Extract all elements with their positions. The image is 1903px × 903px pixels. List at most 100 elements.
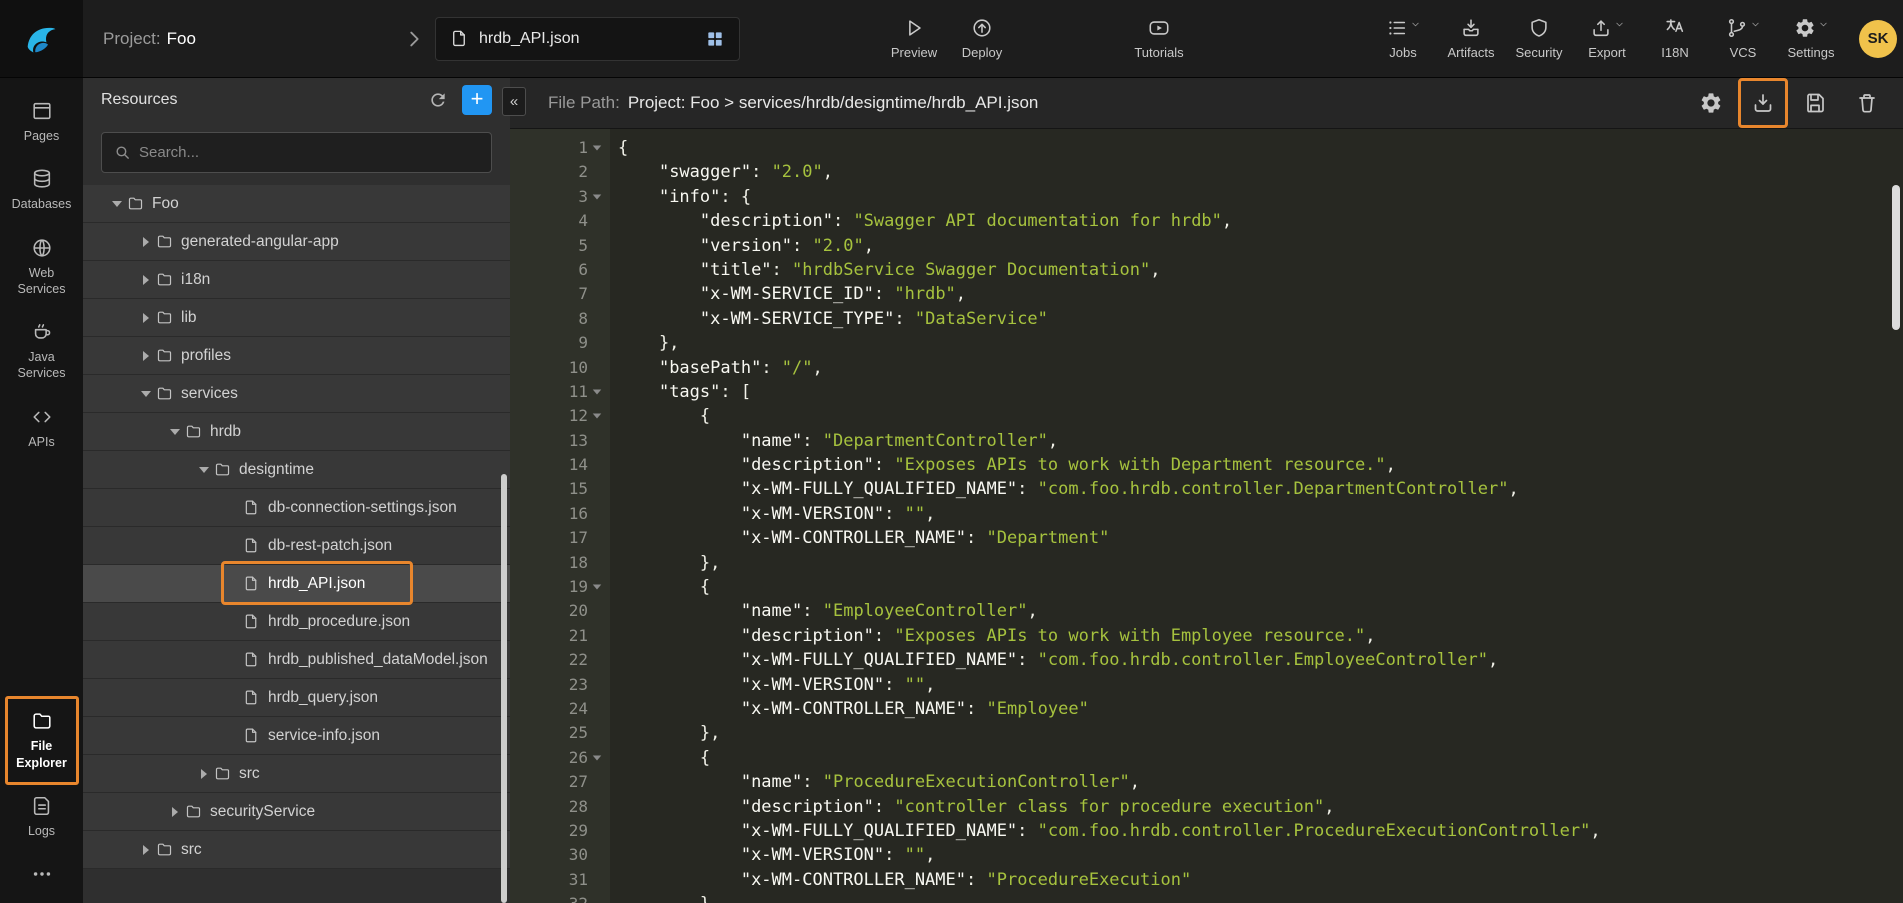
tree-item-label: hrdb_API.json [268, 575, 365, 593]
gutter-line: 18 [510, 551, 610, 575]
save-button[interactable] [1803, 91, 1827, 115]
download-button[interactable] [1751, 91, 1775, 115]
nav-tutorials[interactable]: Tutorials [1134, 17, 1184, 60]
code-editor: 1234567891011121314151617181920212223242… [510, 129, 1903, 903]
sidebar-item-apis[interactable]: APIs [4, 398, 80, 458]
file-path-label: File Path: [548, 93, 620, 112]
tree-item-profiles[interactable]: profiles [83, 337, 510, 375]
nav-export[interactable]: Export [1582, 17, 1632, 60]
file-tab[interactable]: hrdb_API.json [435, 17, 740, 61]
tree-item-i18n[interactable]: i18n [83, 261, 510, 299]
tree-item-lib[interactable]: lib [83, 299, 510, 337]
nav-deploy[interactable]: Deploy [957, 17, 1007, 60]
fold-toggle-icon[interactable] [588, 145, 606, 151]
tree-item-service-info.json[interactable]: service-info.json [83, 717, 510, 755]
file-icon [243, 537, 260, 554]
gutter-line: 21 [510, 624, 610, 648]
sidebar-item-file-explorer[interactable]: File Explorer [4, 702, 80, 779]
collapse-arrow-icon[interactable] [107, 201, 127, 207]
sidebar-item-web-services[interactable]: Web Services [4, 229, 80, 306]
sidebar-item-more[interactable] [4, 855, 80, 893]
tree-item-hrdb_published_dataModel.json[interactable]: hrdb_published_dataModel.json [83, 641, 510, 679]
code-line: "description": "Swagger API documentatio… [618, 209, 1903, 233]
search-box [101, 132, 492, 173]
chevron-right-icon[interactable] [403, 28, 425, 50]
top-nav: Preview Deploy Tutorials Jobs Artifacts Secur… [740, 0, 1845, 77]
collapse-arrow-icon[interactable] [136, 391, 156, 397]
tree-item-src[interactable]: src [83, 831, 510, 869]
folder-icon [156, 233, 173, 250]
add-resource-button[interactable]: + [462, 85, 492, 115]
tree-item-hrdb[interactable]: hrdb [83, 413, 510, 451]
sidebar-item-java-services[interactable]: Java Services [4, 313, 80, 390]
expand-arrow-icon[interactable] [136, 237, 156, 247]
code-line: "version": "2.0", [618, 234, 1903, 258]
user-avatar[interactable]: SK [1859, 20, 1897, 58]
collapse-arrow-icon[interactable] [194, 467, 214, 473]
tree-item-src[interactable]: src [83, 755, 510, 793]
fold-toggle-icon[interactable] [588, 755, 606, 761]
tree-item-designtime[interactable]: designtime [83, 451, 510, 489]
search-input[interactable] [139, 144, 479, 161]
gutter-line: 24 [510, 697, 610, 721]
expand-arrow-icon[interactable] [194, 769, 214, 779]
dots-icon [31, 863, 53, 885]
fold-toggle-icon[interactable] [588, 413, 606, 419]
left-sidebar: Pages Databases Web ServicesJava Services A… [0, 78, 83, 903]
gutter-line: 1 [510, 136, 610, 160]
gutter-line: 19 [510, 575, 610, 599]
resources-scrollbar[interactable] [501, 474, 507, 903]
tree-item-label: src [181, 841, 202, 859]
tree-item-db-connection-settings.json[interactable]: db-connection-settings.json [83, 489, 510, 527]
grid-icon[interactable] [705, 29, 725, 49]
gutter-line: 15 [510, 477, 610, 501]
tree-item-generated-angular-app[interactable]: generated-angular-app [83, 223, 510, 261]
folder-icon [214, 765, 231, 782]
collapse-arrow-icon[interactable] [165, 429, 185, 435]
expand-arrow-icon[interactable] [136, 845, 156, 855]
sidebar-item-logs[interactable]: Logs [4, 787, 80, 847]
fold-toggle-icon[interactable] [588, 389, 606, 395]
nav-preview[interactable]: Preview [889, 17, 939, 60]
tree-item-hrdb_query.json[interactable]: hrdb_query.json [83, 679, 510, 717]
gutter-line: 7 [510, 282, 610, 306]
nav-jobs[interactable]: Jobs [1378, 17, 1428, 60]
editor-toolbar: « File Path:Project: Foo > services/hrdb… [510, 78, 1903, 129]
expand-arrow-icon[interactable] [165, 807, 185, 817]
code-line: "name": "EmployeeController", [618, 599, 1903, 623]
gutter-line: 2 [510, 160, 610, 184]
sidebar-item-pages[interactable]: Pages [4, 92, 80, 152]
expand-arrow-icon[interactable] [136, 313, 156, 323]
collapse-panel-button[interactable]: « [502, 87, 526, 116]
wavemaker-logo[interactable] [0, 0, 83, 77]
gutter-line: 31 [510, 868, 610, 892]
gutter-line: 10 [510, 356, 610, 380]
tree-item-hrdb_API.json[interactable]: hrdb_API.json [83, 565, 510, 603]
tree-item-securityService[interactable]: securityService [83, 793, 510, 831]
file-icon [243, 651, 260, 668]
sidebar-item-databases[interactable]: Databases [4, 160, 80, 220]
expand-arrow-icon[interactable] [136, 351, 156, 361]
editor-scrollbar[interactable] [1892, 185, 1900, 330]
code-line: }, [618, 551, 1903, 575]
refresh-button[interactable] [428, 90, 448, 110]
settings-button[interactable] [1699, 91, 1723, 115]
delete-button[interactable] [1855, 91, 1879, 115]
tree-item-services[interactable]: services [83, 375, 510, 413]
save-icon [1803, 91, 1827, 115]
nav-artifacts[interactable]: Artifacts [1446, 17, 1496, 60]
nav-security[interactable]: Security [1514, 17, 1564, 60]
nav-i18n[interactable]: I18N [1650, 17, 1700, 60]
fold-toggle-icon[interactable] [588, 194, 606, 200]
expand-arrow-icon[interactable] [136, 275, 156, 285]
file-path-value: Project: Foo > services/hrdb/designtime/… [628, 93, 1039, 112]
tree-item-hrdb_procedure.json[interactable]: hrdb_procedure.json [83, 603, 510, 641]
fold-toggle-icon[interactable] [588, 584, 606, 590]
tree-item-db-rest-patch.json[interactable]: db-rest-patch.json [83, 527, 510, 565]
editor-code[interactable]: { "swagger": "2.0", "info": { "descripti… [610, 129, 1903, 903]
resources-panel: Resources + Foogenerated-angular-appi18n… [83, 78, 510, 903]
nav-settings[interactable]: Settings [1786, 17, 1836, 60]
nav-label: Export [1588, 45, 1626, 60]
tree-item-Foo[interactable]: Foo [83, 185, 510, 223]
nav-vcs[interactable]: VCS [1718, 17, 1768, 60]
